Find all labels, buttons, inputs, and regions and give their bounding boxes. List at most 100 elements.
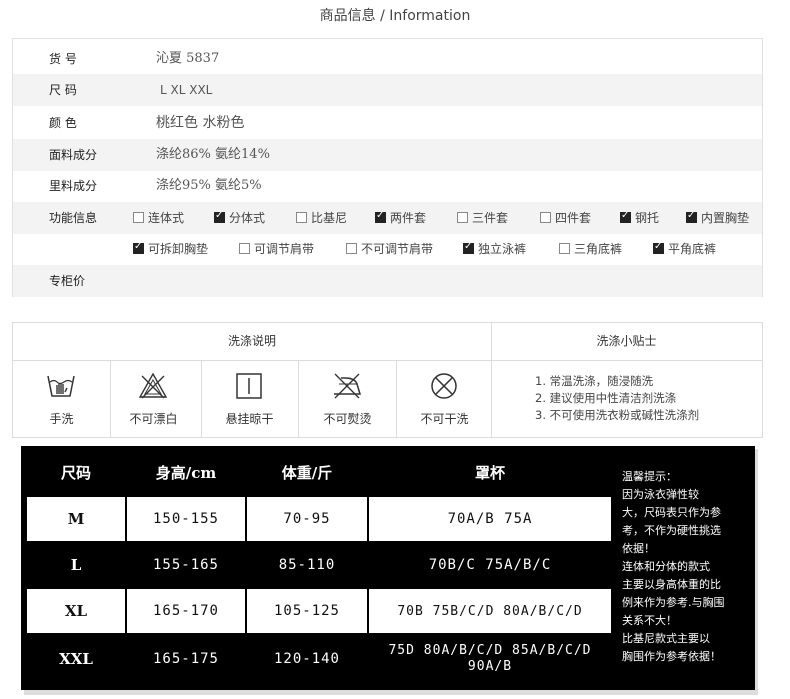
function-option-label: 可调节肩带 [254, 242, 315, 256]
unchecked-checkbox[interactable] [296, 212, 307, 223]
size-note-title: 温馨提示： [622, 470, 677, 483]
unchecked-checkbox[interactable] [457, 212, 468, 223]
checked-checkbox[interactable] [620, 210, 631, 223]
no-dry-clean-label: 不可干洗 [420, 412, 469, 426]
size-row: 尺 码 L XL XXL [13, 74, 762, 106]
wash-header: 洗涤说明 洗涤小贴士 [13, 323, 762, 361]
function-option-label: 分体式 [229, 211, 266, 225]
item-number-row: 货 号 沁夏 5837 [13, 43, 762, 75]
size-values: L XL XXL [160, 83, 213, 97]
cup-cell: 70B/C 75A/B/C [369, 543, 611, 587]
lining-label: 里料成分 [49, 179, 98, 193]
function-option: 可调节肩带 [239, 233, 314, 265]
function-option: 内置胸垫 [686, 202, 749, 234]
size-note-line: 大，尺码表只作为参 [622, 506, 721, 519]
function-option: 三件套 [457, 202, 508, 234]
cup-header: 罩杯 [474, 464, 505, 482]
size-note-line: 依据！ [622, 542, 655, 555]
function-option-label: 比基尼 [311, 211, 348, 225]
function-row-2: 可拆卸胸垫 可调节肩带 不可调节肩带 独立泳裤 三角底裤 平角底裤 [13, 233, 762, 265]
size-note-line: 例来作为参考.与胸围 [622, 596, 725, 609]
function-option-label: 连体式 [148, 211, 185, 225]
section-title: 商品信息 / Information [319, 8, 471, 24]
function-option-label: 四件套 [555, 211, 592, 225]
checked-checkbox[interactable] [375, 210, 386, 223]
size-note-line: 比基尼款式主要以 [622, 632, 710, 645]
wash-tip: 3. 不可使用洗衣粉或碱性洗涤剂 [535, 408, 700, 422]
unchecked-checkbox[interactable] [559, 243, 570, 254]
function-option-label: 可拆卸胸垫 [148, 242, 209, 256]
size-header: 尺码 [60, 464, 91, 482]
checked-checkbox[interactable] [214, 210, 225, 223]
function-option: 连体式 [133, 202, 184, 234]
fabric-label: 面料成分 [49, 148, 98, 162]
function-row-1: 功能信息 连体式 分体式 比基尼 两件套 三件套 四件套 钢托 内置胸垫 [13, 202, 762, 234]
hand-wash-item: 手洗 [13, 360, 110, 437]
hand-wash-label: 手洗 [49, 412, 74, 426]
function-option-label: 不可调节肩带 [361, 242, 434, 256]
function-option-label: 钢托 [635, 211, 660, 225]
cup-cell: 70A/B 75A [369, 497, 611, 541]
item-number-label: 货 号 [49, 52, 77, 66]
color-values: 桃红色 水粉色 [156, 115, 245, 131]
size-note-line: 主要以身高体重的比 [622, 578, 721, 591]
function-option-label: 三角底裤 [574, 242, 623, 256]
unchecked-checkbox[interactable] [133, 212, 144, 223]
function-option-label: 内置胸垫 [701, 211, 750, 225]
hand-wash-icon [47, 375, 75, 397]
checked-checkbox[interactable] [463, 241, 474, 254]
fabric-row: 面料成分 涤纶86% 氨纶14% [13, 139, 762, 171]
wash-instructions: 洗涤说明 洗涤小贴士 手洗 不可漂白 悬挂晾干 不可熨烫 不可干洗 1. 常温洗… [12, 322, 763, 438]
color-label: 颜 色 [49, 116, 77, 130]
size-cell: M [27, 497, 125, 541]
hang-dry-item: 悬挂晾干 [201, 360, 298, 437]
weight-cell: 70-95 [247, 497, 367, 541]
no-bleach-icon [138, 372, 168, 399]
cup-cell: 75D 80A/B/C/D 85A/B/C/D 90A/B [373, 635, 607, 683]
fabric-value: 涤纶86% 氨纶14% [156, 147, 270, 162]
function-option: 不可调节肩带 [346, 233, 433, 265]
no-iron-label: 不可熨烫 [323, 412, 372, 426]
checked-checkbox[interactable] [686, 210, 697, 223]
function-option: 比基尼 [296, 202, 347, 234]
function-option-label: 两件套 [390, 211, 427, 225]
item-number-value: 沁夏 5837 [156, 51, 220, 66]
size-label: 尺 码 [49, 83, 77, 97]
hang-dry-icon [236, 373, 262, 399]
function-option: 平角底裤 [653, 233, 716, 265]
product-info-table: 货 号 沁夏 5837 尺 码 L XL XXL 颜 色 桃红色 水粉色 面料成… [12, 38, 763, 297]
checked-checkbox[interactable] [133, 241, 144, 254]
lining-value: 涤纶95% 氨纶5% [156, 178, 262, 193]
size-note-line: 胸围作为参考依据！ [622, 650, 721, 663]
height-cell: 165-175 [127, 635, 245, 683]
hang-dry-label: 悬挂晾干 [225, 412, 274, 426]
size-cell: XL [27, 589, 125, 633]
size-note-line: 因为泳衣弹性较 [622, 488, 699, 501]
wash-tip: 2. 建议使用中性清洁剂洗涤 [535, 391, 677, 405]
function-option-label: 平角底裤 [668, 242, 717, 256]
weight-cell: 85-110 [247, 543, 367, 587]
no-iron-icon [334, 373, 362, 399]
lining-row: 里料成分 涤纶95% 氨纶5% [13, 170, 762, 202]
unchecked-checkbox[interactable] [540, 212, 551, 223]
size-cell: L [27, 543, 125, 587]
size-note-line: 考，不作为硬性挑选 [622, 524, 721, 537]
height-cell: 150-155 [127, 497, 245, 541]
color-row: 颜 色 桃红色 水粉色 [13, 107, 762, 139]
function-option-label: 三件套 [472, 211, 509, 225]
unchecked-checkbox[interactable] [346, 243, 357, 254]
wash-tips-title: 洗涤小贴士 [596, 334, 657, 348]
no-bleach-label: 不可漂白 [129, 412, 178, 426]
size-note-line: 关系不大！ [622, 614, 677, 627]
function-option: 钢托 [620, 202, 659, 234]
function-option: 独立泳裤 [463, 233, 526, 265]
function-option: 可拆卸胸垫 [133, 233, 208, 265]
wash-tips-list: 1. 常温洗涤，随浸随洗 2. 建议使用中性清洁剂洗涤 3. 不可使用洗衣粉或碱… [535, 373, 699, 424]
weight-cell: 105-125 [247, 589, 367, 633]
size-note: 温馨提示： 因为泳衣弹性较 大，尺码表只作为参 考，不作为硬性挑选 依据！ 连体… [614, 450, 750, 686]
height-cell: 165-170 [127, 589, 245, 633]
wash-instructions-title: 洗涤说明 [227, 334, 276, 348]
size-cell: XXL [27, 635, 125, 683]
checked-checkbox[interactable] [653, 241, 664, 254]
unchecked-checkbox[interactable] [239, 243, 250, 254]
